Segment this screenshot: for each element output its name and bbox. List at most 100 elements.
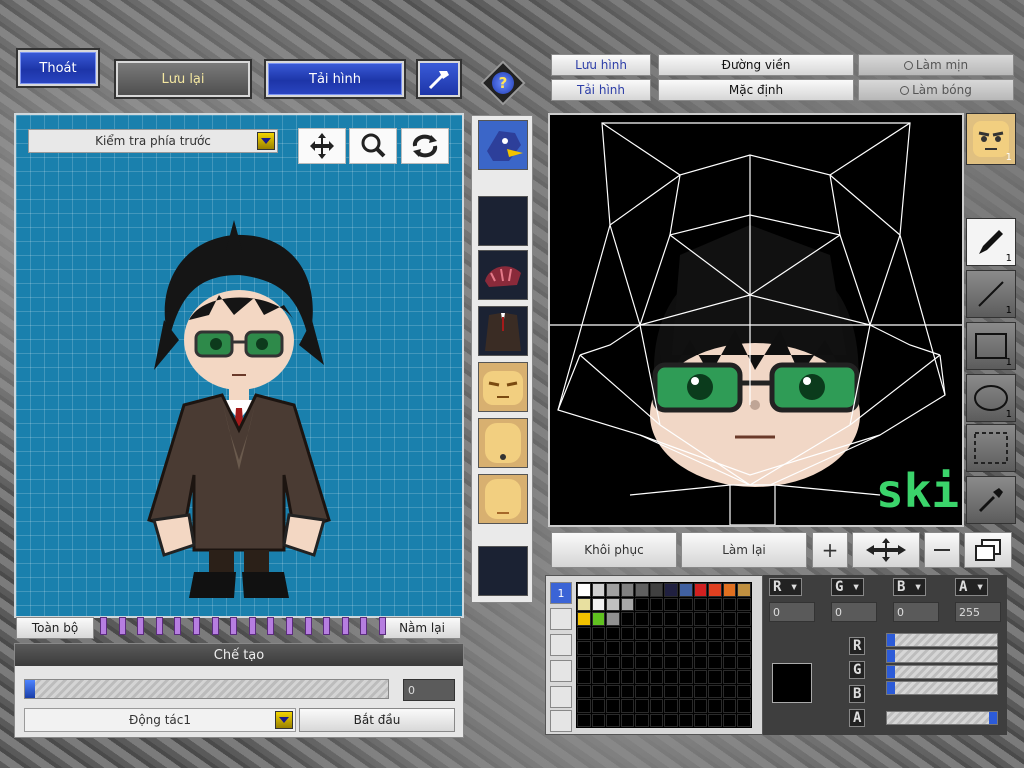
palette-swatch[interactable] (591, 641, 606, 655)
palette-swatch[interactable] (679, 597, 693, 611)
outline-button[interactable]: Đường viền (658, 54, 854, 76)
view-select[interactable]: Kiểm tra phía trước (28, 129, 278, 153)
palette-swatch[interactable] (664, 626, 679, 640)
layers-button[interactable] (964, 532, 1012, 568)
shine-option[interactable]: Làm bóng (858, 79, 1014, 101)
smooth-option[interactable]: Làm mịn (858, 54, 1014, 76)
palette-swatch[interactable] (722, 670, 737, 684)
timeline-frame-marker[interactable] (211, 617, 219, 635)
palette-swatch[interactable] (635, 670, 649, 684)
face-preview-button[interactable]: 1 (966, 113, 1016, 165)
palette-swatch[interactable] (649, 684, 664, 698)
palette-swatch[interactable] (737, 626, 751, 640)
rotate-tool-button[interactable] (401, 128, 449, 164)
timeline-frame-marker[interactable] (286, 617, 293, 635)
palette-swatch[interactable] (635, 699, 649, 713)
palette-swatch[interactable] (679, 626, 693, 640)
palette-swatch[interactable] (649, 612, 664, 626)
palette-swatch[interactable] (722, 626, 737, 640)
remove-point-button[interactable] (924, 532, 960, 568)
palette-swatch[interactable] (708, 655, 722, 669)
palette-grid[interactable] (576, 582, 752, 728)
palette-swatch[interactable] (577, 583, 591, 597)
palette-swatch[interactable] (620, 670, 635, 684)
help-button[interactable]: ? (480, 60, 526, 106)
palette-swatch[interactable] (679, 583, 693, 597)
palette-swatch[interactable] (620, 684, 635, 698)
palette-swatch[interactable] (679, 699, 693, 713)
timeline-frame-marker[interactable] (267, 617, 275, 635)
palette-swatch[interactable] (664, 655, 679, 669)
restore-button[interactable]: Khôi phục (551, 532, 677, 568)
palette-swatch[interactable] (737, 641, 751, 655)
frame-slider-knob[interactable] (25, 680, 35, 698)
g-slider[interactable] (886, 665, 998, 679)
palette-swatch[interactable] (620, 583, 635, 597)
timeline-frame-marker[interactable] (379, 617, 386, 635)
redo-button[interactable]: Làm lại (681, 532, 807, 568)
palette-swatch[interactable] (606, 713, 620, 727)
a-slider[interactable] (886, 711, 998, 725)
lie-down-button[interactable]: Nằm lại (383, 617, 461, 639)
b-value[interactable]: 0 (893, 602, 939, 622)
palette-swatch[interactable] (649, 670, 664, 684)
palette-swatch[interactable] (708, 641, 722, 655)
palette-swatch[interactable] (722, 684, 737, 698)
palette-swatch[interactable] (693, 612, 708, 626)
frame-slider[interactable] (24, 679, 389, 699)
palette-swatch[interactable] (649, 597, 664, 611)
palette-swatch[interactable] (737, 597, 751, 611)
palette-swatch[interactable] (664, 612, 679, 626)
g-value[interactable]: 0 (831, 602, 877, 622)
part-slot-head[interactable] (478, 120, 528, 170)
start-button[interactable]: Bắt đầu (299, 708, 455, 732)
timeline-frame-marker[interactable] (323, 617, 331, 635)
part-slot-empty-2[interactable] (478, 546, 528, 596)
palette-swatch[interactable] (606, 655, 620, 669)
palette-swatch[interactable] (708, 626, 722, 640)
palette-swatch[interactable] (635, 713, 649, 727)
palette-swatch[interactable] (606, 626, 620, 640)
palette-swatch[interactable] (708, 684, 722, 698)
palette-swatch[interactable] (591, 699, 606, 713)
palette-swatch[interactable] (591, 670, 606, 684)
palette-tab-1[interactable]: 1 (550, 582, 572, 604)
select-tool-button[interactable] (966, 424, 1016, 472)
palette-swatch[interactable] (577, 684, 591, 698)
palette-swatch[interactable] (635, 597, 649, 611)
palette-swatch[interactable] (679, 612, 693, 626)
palette-swatch[interactable] (606, 597, 620, 611)
palette-swatch[interactable] (635, 655, 649, 669)
palette-swatch[interactable] (708, 713, 722, 727)
palette-swatch[interactable] (679, 641, 693, 655)
palette-swatch[interactable] (737, 684, 751, 698)
palette-swatch[interactable] (708, 699, 722, 713)
palette-swatch[interactable] (664, 699, 679, 713)
palette-swatch[interactable] (664, 641, 679, 655)
palette-swatch[interactable] (606, 684, 620, 698)
part-slot-face-3[interactable] (478, 474, 528, 524)
part-slot-body[interactable] (478, 306, 528, 356)
line-tool-button[interactable]: 1 (966, 270, 1016, 318)
palette-swatch[interactable] (577, 641, 591, 655)
palette-swatch[interactable] (737, 699, 751, 713)
part-slot-empty-1[interactable] (478, 196, 528, 246)
palette-swatch[interactable] (635, 626, 649, 640)
timeline-frame-marker[interactable] (155, 617, 163, 635)
palette-swatch[interactable] (722, 699, 737, 713)
a-value[interactable]: 255 (955, 602, 1001, 622)
palette-swatch[interactable] (577, 699, 591, 713)
r-slider-knob[interactable] (887, 634, 895, 646)
palette-swatch[interactable] (722, 597, 737, 611)
palette-swatch[interactable] (577, 612, 591, 626)
palette-swatch[interactable] (693, 626, 708, 640)
palette-swatch[interactable] (620, 626, 635, 640)
palette-swatch[interactable] (737, 583, 751, 597)
palette-swatch[interactable] (649, 699, 664, 713)
r-value[interactable]: 0 (769, 602, 815, 622)
save-button[interactable]: Lưu lại (114, 59, 252, 99)
r-slider-2-knob[interactable] (887, 650, 895, 662)
pen-tool-button[interactable]: 1 (966, 218, 1016, 266)
palette-swatch[interactable] (664, 583, 679, 597)
palette-swatch[interactable] (708, 583, 722, 597)
